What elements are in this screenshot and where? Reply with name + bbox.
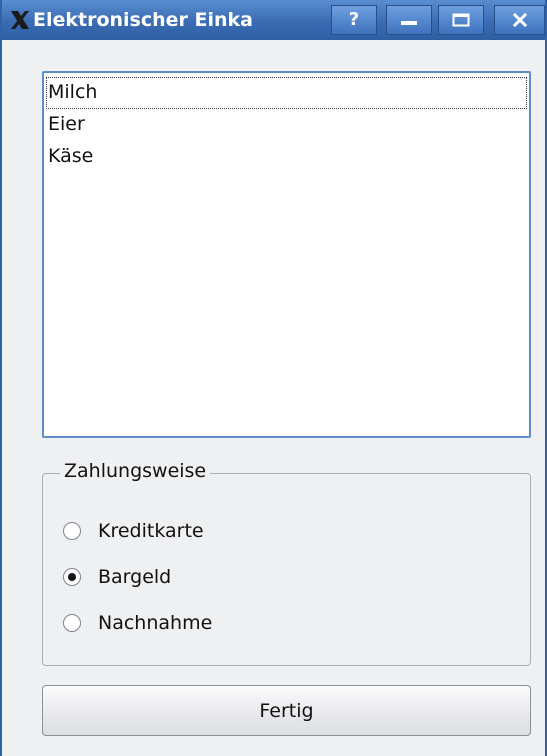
x-window-icon[interactable] — [9, 9, 31, 31]
radio-label[interactable]: Bargeld — [98, 562, 171, 592]
list-item[interactable]: Käse — [46, 141, 527, 173]
close-icon — [512, 12, 527, 28]
radio-label[interactable]: Kreditkarte — [98, 516, 204, 546]
application-window: Elektronischer Einka ? Milch Eier Käse Z… — [0, 0, 547, 756]
help-button[interactable]: ? — [331, 5, 377, 35]
list-item[interactable]: Eier — [46, 109, 527, 141]
radio-unchecked-icon[interactable] — [63, 522, 81, 540]
help-icon: ? — [348, 9, 360, 30]
maximize-icon — [452, 13, 470, 27]
close-button[interactable] — [494, 5, 545, 35]
shopping-list[interactable]: Milch Eier Käse — [42, 71, 531, 438]
radio-checked-icon[interactable] — [63, 568, 81, 586]
minimize-icon — [401, 21, 417, 25]
title-bar[interactable]: Elektronischer Einka ? — [2, 0, 545, 40]
radio-dot — [68, 573, 76, 581]
radio-unchecked-icon[interactable] — [63, 614, 81, 632]
radio-label[interactable]: Nachnahme — [98, 608, 212, 638]
payment-group-title: Zahlungsweise — [60, 458, 211, 484]
minimize-button[interactable] — [386, 5, 432, 35]
window-title: Elektronischer Einka — [33, 9, 254, 31]
list-item[interactable]: Milch — [46, 77, 527, 109]
maximize-button[interactable] — [438, 5, 484, 35]
done-button[interactable]: Fertig — [42, 685, 531, 736]
